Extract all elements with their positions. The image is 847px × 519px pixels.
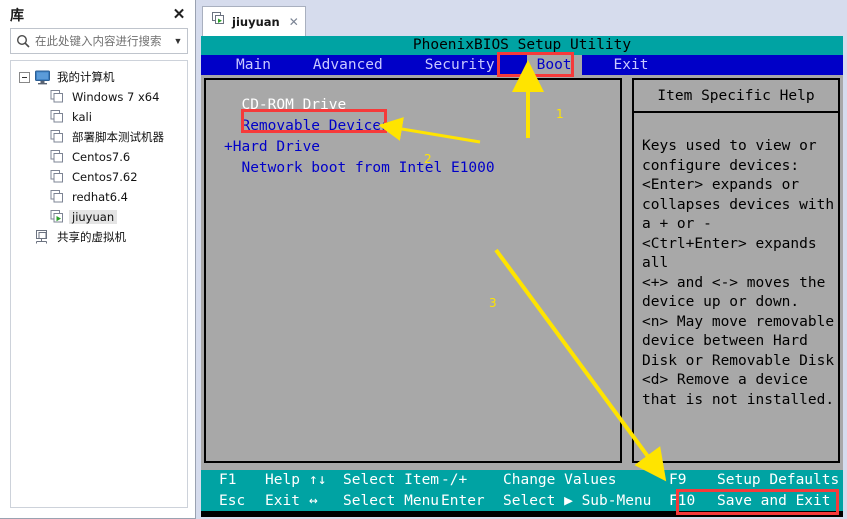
footer-row-top: F1 Help ↑↓ Select Item -/+ Change Values F9 Set… <box>201 470 843 491</box>
footer-key-description: Save and Exit <box>717 493 831 509</box>
footer-key-[interactable]: -/+ Change Values <box>441 470 617 491</box>
footer-key-F10[interactable]: F10 Save and Exit <box>669 490 831 512</box>
bios-menu-gap <box>281 55 303 75</box>
item-specific-help-panel: Item Specific Help Keys used to view or … <box>632 78 840 463</box>
vmware-chrome: jiuyuan ✕ PhoenixBIOS Setup Utility Main… <box>196 0 847 519</box>
boot-order-panel: CD-ROM Drive Removable Devices +Hard Driv… <box>204 78 622 463</box>
tree-item-label: Windows 7 x64 <box>72 90 160 104</box>
tree-item-label: redhat6.4 <box>72 190 128 204</box>
close-icon[interactable]: ✕ <box>171 7 187 23</box>
footer-row-bottom: Esc Exit ↔ Select Menu Enter Select ▶ Sub-Men… <box>201 490 843 512</box>
vm-icon <box>49 88 69 106</box>
tree-item-label: Centos7.6 <box>72 150 131 164</box>
tree-item-kali[interactable]: kali <box>11 107 187 127</box>
footer-key-Enter[interactable]: Enter Select ▶ Sub-Menu <box>441 490 651 512</box>
bios-menu-gap <box>505 55 527 75</box>
footer-key-[interactable]: ↔ Select Menu <box>309 490 439 512</box>
tree-expander-icon[interactable] <box>19 71 30 83</box>
tree-item-jiuyuan[interactable]: jiuyuan <box>11 207 187 227</box>
bios-menu-label: Boot <box>536 57 572 73</box>
footer-key-description: Help <box>265 472 300 488</box>
shared-vm-icon <box>34 228 54 246</box>
bios-bottom-edge <box>201 511 843 517</box>
chevron-down-icon[interactable]: ▼ <box>169 36 187 46</box>
library-title: 库 <box>10 8 24 24</box>
tree-item-redhat6.4[interactable]: redhat6.4 <box>11 187 187 207</box>
tree-item-label: Centos7.62 <box>72 170 138 184</box>
bios-screen: PhoenixBIOS Setup Utility Main Advanced Se… <box>201 36 843 517</box>
monitor-icon <box>34 68 54 86</box>
bios-menu-advanced[interactable]: Advanced <box>303 55 393 75</box>
vm-icon <box>49 108 69 126</box>
boot-device-item[interactable]: Network boot from Intel E1000 <box>224 158 494 179</box>
bios-menu-boot[interactable]: Boot <box>526 55 582 75</box>
tree-item-我的计算机[interactable]: 我的计算机 <box>11 67 187 87</box>
footer-key-label: F10 <box>669 493 696 509</box>
vm-tree[interactable]: 我的计算机 Windows 7 x64 kali 部署脚本测试机器 Centos7.6 C… <box>10 60 188 508</box>
footer-key-description: Change Values <box>503 472 617 488</box>
search-input[interactable]: 在此处键入内容进行搜索 ▼ <box>10 28 188 54</box>
bios-menu-security[interactable]: Security <box>415 55 505 75</box>
bios-menu-bar[interactable]: Main Advanced Security Boot Exit <box>201 55 843 75</box>
bios-menu-label: Exit <box>613 57 649 73</box>
bios-menu-main[interactable]: Main <box>226 55 281 75</box>
bios-title: PhoenixBIOS Setup Utility <box>201 36 843 55</box>
footer-key-label: Enter <box>441 493 485 509</box>
tree-item-部署脚本测试机器[interactable]: 部署脚本测试机器 <box>11 127 187 147</box>
search-icon <box>11 29 35 53</box>
screen-root: 库 ✕ 在此处键入内容进行搜索 ▼ 我的计算机 Windows 7 x64 kali… <box>0 0 847 519</box>
footer-key-label: ↑↓ <box>309 472 327 488</box>
tree-item-label: kali <box>72 110 92 124</box>
library-panel: 库 ✕ 在此处键入内容进行搜索 ▼ 我的计算机 Windows 7 x64 kali… <box>0 0 196 519</box>
footer-key-label: F9 <box>669 472 687 488</box>
footer-key-[interactable]: ↑↓ Select Item <box>309 470 439 491</box>
footer-key-F9[interactable]: F9 Setup Defaults <box>669 470 839 491</box>
footer-key-Esc[interactable]: Esc Exit <box>219 490 300 512</box>
bios-footer: F1 Help ↑↓ Select Item -/+ Change Values F9 Set… <box>201 470 843 517</box>
vm-running-icon <box>49 208 69 226</box>
bios-menu-gap <box>393 55 415 75</box>
footer-key-description: Setup Defaults <box>717 472 840 488</box>
tab-strip: jiuyuan ✕ <box>196 0 847 36</box>
tree-item-label: jiuyuan <box>69 210 118 224</box>
tab-close-icon[interactable]: ✕ <box>289 15 299 29</box>
footer-key-label: -/+ <box>441 472 468 488</box>
boot-device-item[interactable]: Removable Devices <box>224 116 495 137</box>
tree-item-共享的虚拟机[interactable]: 共享的虚拟机 <box>11 227 187 247</box>
boot-device-item[interactable]: +Hard Drive <box>224 137 495 158</box>
tree-item-Windows 7 x64[interactable]: Windows 7 x64 <box>11 87 187 107</box>
library-header: 库 ✕ <box>0 0 195 30</box>
footer-key-description: Select Menu <box>343 493 440 509</box>
help-panel-text: Keys used to view or configure devices: … <box>642 138 835 408</box>
boot-order-list[interactable]: CD-ROM Drive Removable Devices +Hard Driv… <box>224 95 495 179</box>
vm-icon <box>49 188 69 206</box>
tree-item-Centos7.6[interactable]: Centos7.6 <box>11 147 187 167</box>
footer-key-label: F1 <box>219 472 237 488</box>
tab-title: jiuyuan <box>232 14 280 29</box>
vm-running-icon <box>211 11 227 32</box>
footer-key-description: Select Item <box>343 472 440 488</box>
footer-key-F1[interactable]: F1 Help <box>219 470 300 491</box>
tree-item-label: 部署脚本测试机器 <box>72 130 164 144</box>
tree-item-Centos7.62[interactable]: Centos7.62 <box>11 167 187 187</box>
footer-key-label: ↔ <box>309 493 318 509</box>
bios-menu-label: Security <box>424 57 495 73</box>
tab-jiuyuan[interactable]: jiuyuan ✕ <box>202 6 306 36</box>
footer-key-description: Select ▶ Sub-Menu <box>503 493 652 509</box>
vm-icon <box>49 148 69 166</box>
bios-menu-gap <box>582 55 604 75</box>
tree-item-label: 共享的虚拟机 <box>57 230 126 244</box>
bios-body: CD-ROM Drive Removable Devices +Hard Driv… <box>201 75 843 470</box>
help-panel-title: Item Specific Help <box>634 80 838 113</box>
bios-menu-label: Advanced <box>312 57 383 73</box>
boot-device-item[interactable]: CD-ROM Drive <box>224 95 495 116</box>
footer-key-label: Esc <box>219 493 246 509</box>
vm-icon <box>49 168 69 186</box>
tree-item-label: 我的计算机 <box>57 70 115 84</box>
search-placeholder: 在此处键入内容进行搜索 <box>35 34 162 48</box>
vm-icon <box>49 128 69 146</box>
bios-menu-label: Main <box>236 57 271 73</box>
bios-menu-exit[interactable]: Exit <box>604 55 659 75</box>
footer-key-description: Exit <box>265 493 300 509</box>
